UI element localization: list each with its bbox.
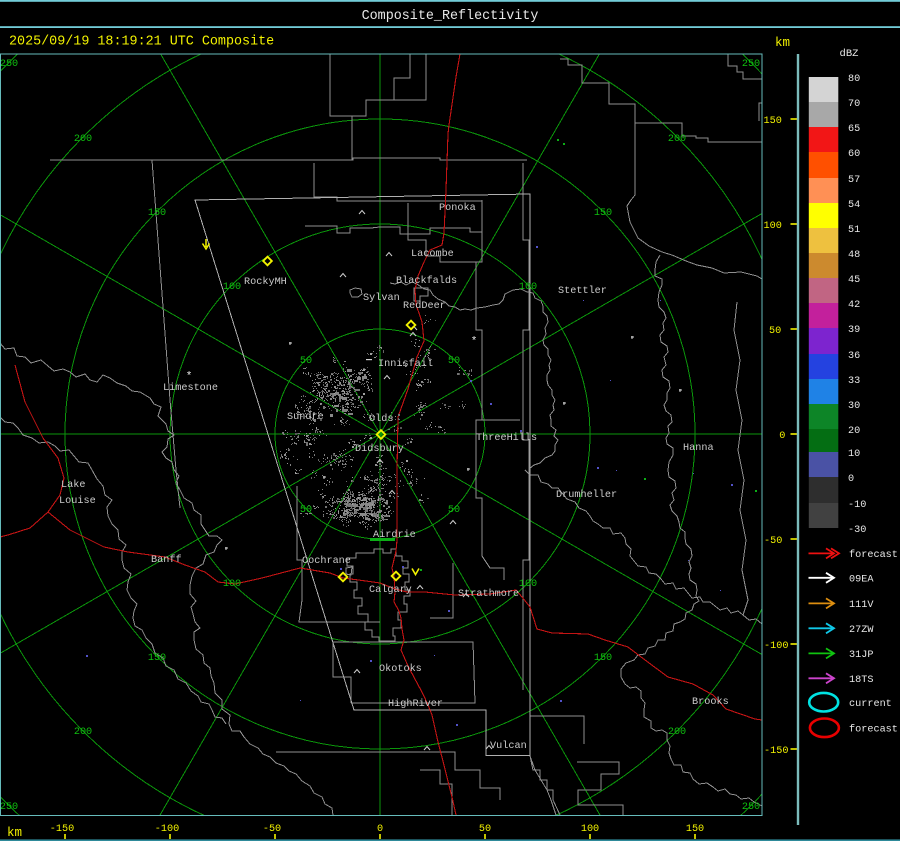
svg-text:Hanna: Hanna	[683, 443, 714, 454]
svg-text:50: 50	[448, 505, 460, 516]
svg-text:100: 100	[223, 282, 241, 293]
svg-text:Limestone: Limestone	[163, 382, 218, 394]
svg-text:100: 100	[223, 579, 241, 590]
svg-text:0: 0	[779, 431, 785, 442]
svg-text:Innisfail: Innisfail	[378, 358, 433, 370]
svg-text:Olds: Olds	[369, 413, 393, 425]
svg-text:70: 70	[848, 99, 860, 110]
svg-text:200: 200	[668, 727, 686, 738]
svg-text:RedDeer: RedDeer	[403, 300, 446, 312]
svg-text:Vulcan: Vulcan	[490, 740, 527, 752]
svg-text:*: *	[186, 371, 193, 383]
svg-text:50: 50	[769, 326, 781, 337]
svg-text:Okotoks: Okotoks	[379, 663, 422, 675]
svg-text:50: 50	[300, 356, 312, 367]
svg-text:Blackfalds: Blackfalds	[396, 275, 457, 287]
svg-text:-100: -100	[155, 824, 179, 835]
svg-text:48: 48	[848, 250, 860, 261]
svg-text:50: 50	[448, 356, 460, 367]
svg-text:51: 51	[848, 225, 860, 236]
svg-text:Brooks: Brooks	[692, 696, 729, 708]
svg-text:forecast: forecast	[849, 549, 898, 561]
svg-text:150: 150	[148, 208, 166, 219]
svg-text:80: 80	[848, 74, 860, 85]
svg-text:100: 100	[581, 824, 599, 835]
svg-text:09EA: 09EA	[849, 575, 874, 586]
svg-text:200: 200	[668, 134, 686, 145]
svg-text:-150: -150	[50, 824, 74, 835]
svg-text:150: 150	[764, 116, 782, 127]
svg-text:250: 250	[0, 59, 18, 70]
svg-text:forecast: forecast	[849, 724, 898, 736]
svg-text:20: 20	[848, 426, 860, 437]
svg-text:50: 50	[479, 824, 491, 835]
svg-text:Banff: Banff	[151, 554, 182, 566]
svg-text:Louise: Louise	[59, 495, 96, 507]
svg-text:Ponoka: Ponoka	[439, 202, 476, 214]
svg-text:ThreeHills: ThreeHills	[476, 432, 537, 444]
svg-text:54: 54	[848, 200, 860, 211]
svg-text:150: 150	[148, 653, 166, 664]
svg-text:-30: -30	[848, 525, 866, 536]
svg-text:Drumheller: Drumheller	[556, 489, 617, 501]
svg-text:HighRiver: HighRiver	[388, 698, 443, 710]
svg-text:Stettler: Stettler	[558, 285, 607, 297]
svg-text:100: 100	[519, 282, 537, 293]
svg-text:km: km	[7, 826, 22, 840]
svg-text:km: km	[775, 36, 790, 50]
svg-text:27ZW: 27ZW	[849, 625, 874, 636]
svg-text:50: 50	[300, 505, 312, 516]
svg-text:18TS: 18TS	[849, 675, 873, 686]
svg-text:-150: -150	[764, 746, 788, 757]
svg-text:0: 0	[848, 474, 854, 485]
svg-text:current: current	[849, 699, 892, 710]
svg-text:30: 30	[848, 401, 860, 412]
svg-text:100: 100	[764, 221, 782, 232]
svg-text:Cochrane: Cochrane	[302, 555, 351, 567]
svg-text:RockyMH: RockyMH	[244, 276, 287, 288]
svg-text:45: 45	[848, 275, 860, 286]
svg-text:100: 100	[519, 579, 537, 590]
svg-text:39: 39	[848, 325, 860, 336]
svg-text:-50: -50	[263, 824, 281, 835]
svg-text:250: 250	[742, 802, 760, 813]
svg-text:10: 10	[848, 449, 860, 460]
svg-text:33: 33	[848, 376, 860, 387]
svg-text:Sylvan: Sylvan	[363, 292, 400, 304]
svg-text:36: 36	[848, 351, 860, 362]
svg-text:-100: -100	[764, 641, 788, 652]
svg-text:Didsbury: Didsbury	[355, 443, 404, 455]
svg-text:31JP: 31JP	[849, 650, 873, 661]
svg-text:65: 65	[848, 124, 860, 135]
svg-text:150: 150	[594, 208, 612, 219]
svg-text:2025/09/19 18:19:21 UTC Compos: 2025/09/19 18:19:21 UTC Composite	[9, 35, 274, 50]
svg-text:Lake: Lake	[61, 479, 85, 491]
svg-text:60: 60	[848, 149, 860, 160]
svg-text:150: 150	[686, 824, 704, 835]
svg-text:dBZ: dBZ	[840, 48, 859, 60]
svg-text:-10: -10	[848, 500, 866, 511]
svg-text:*: *	[471, 336, 478, 348]
svg-text:200: 200	[74, 134, 92, 145]
svg-text:Composite_Reflectivity: Composite_Reflectivity	[362, 9, 539, 24]
svg-text:57: 57	[848, 175, 860, 186]
svg-text:111V: 111V	[849, 600, 874, 611]
svg-text:150: 150	[594, 653, 612, 664]
svg-text:Lacombe: Lacombe	[411, 248, 454, 260]
svg-text:Airdrie: Airdrie	[373, 529, 416, 541]
svg-text:Sundre: Sundre	[287, 411, 324, 423]
svg-text:-50: -50	[764, 536, 782, 547]
svg-text:250: 250	[742, 59, 760, 70]
svg-text:200: 200	[74, 727, 92, 738]
svg-text:0: 0	[377, 824, 383, 835]
svg-text:250: 250	[0, 802, 18, 813]
svg-text:Strathmore: Strathmore	[458, 588, 519, 600]
svg-text:Calgary: Calgary	[369, 584, 412, 596]
svg-text:42: 42	[848, 300, 860, 311]
